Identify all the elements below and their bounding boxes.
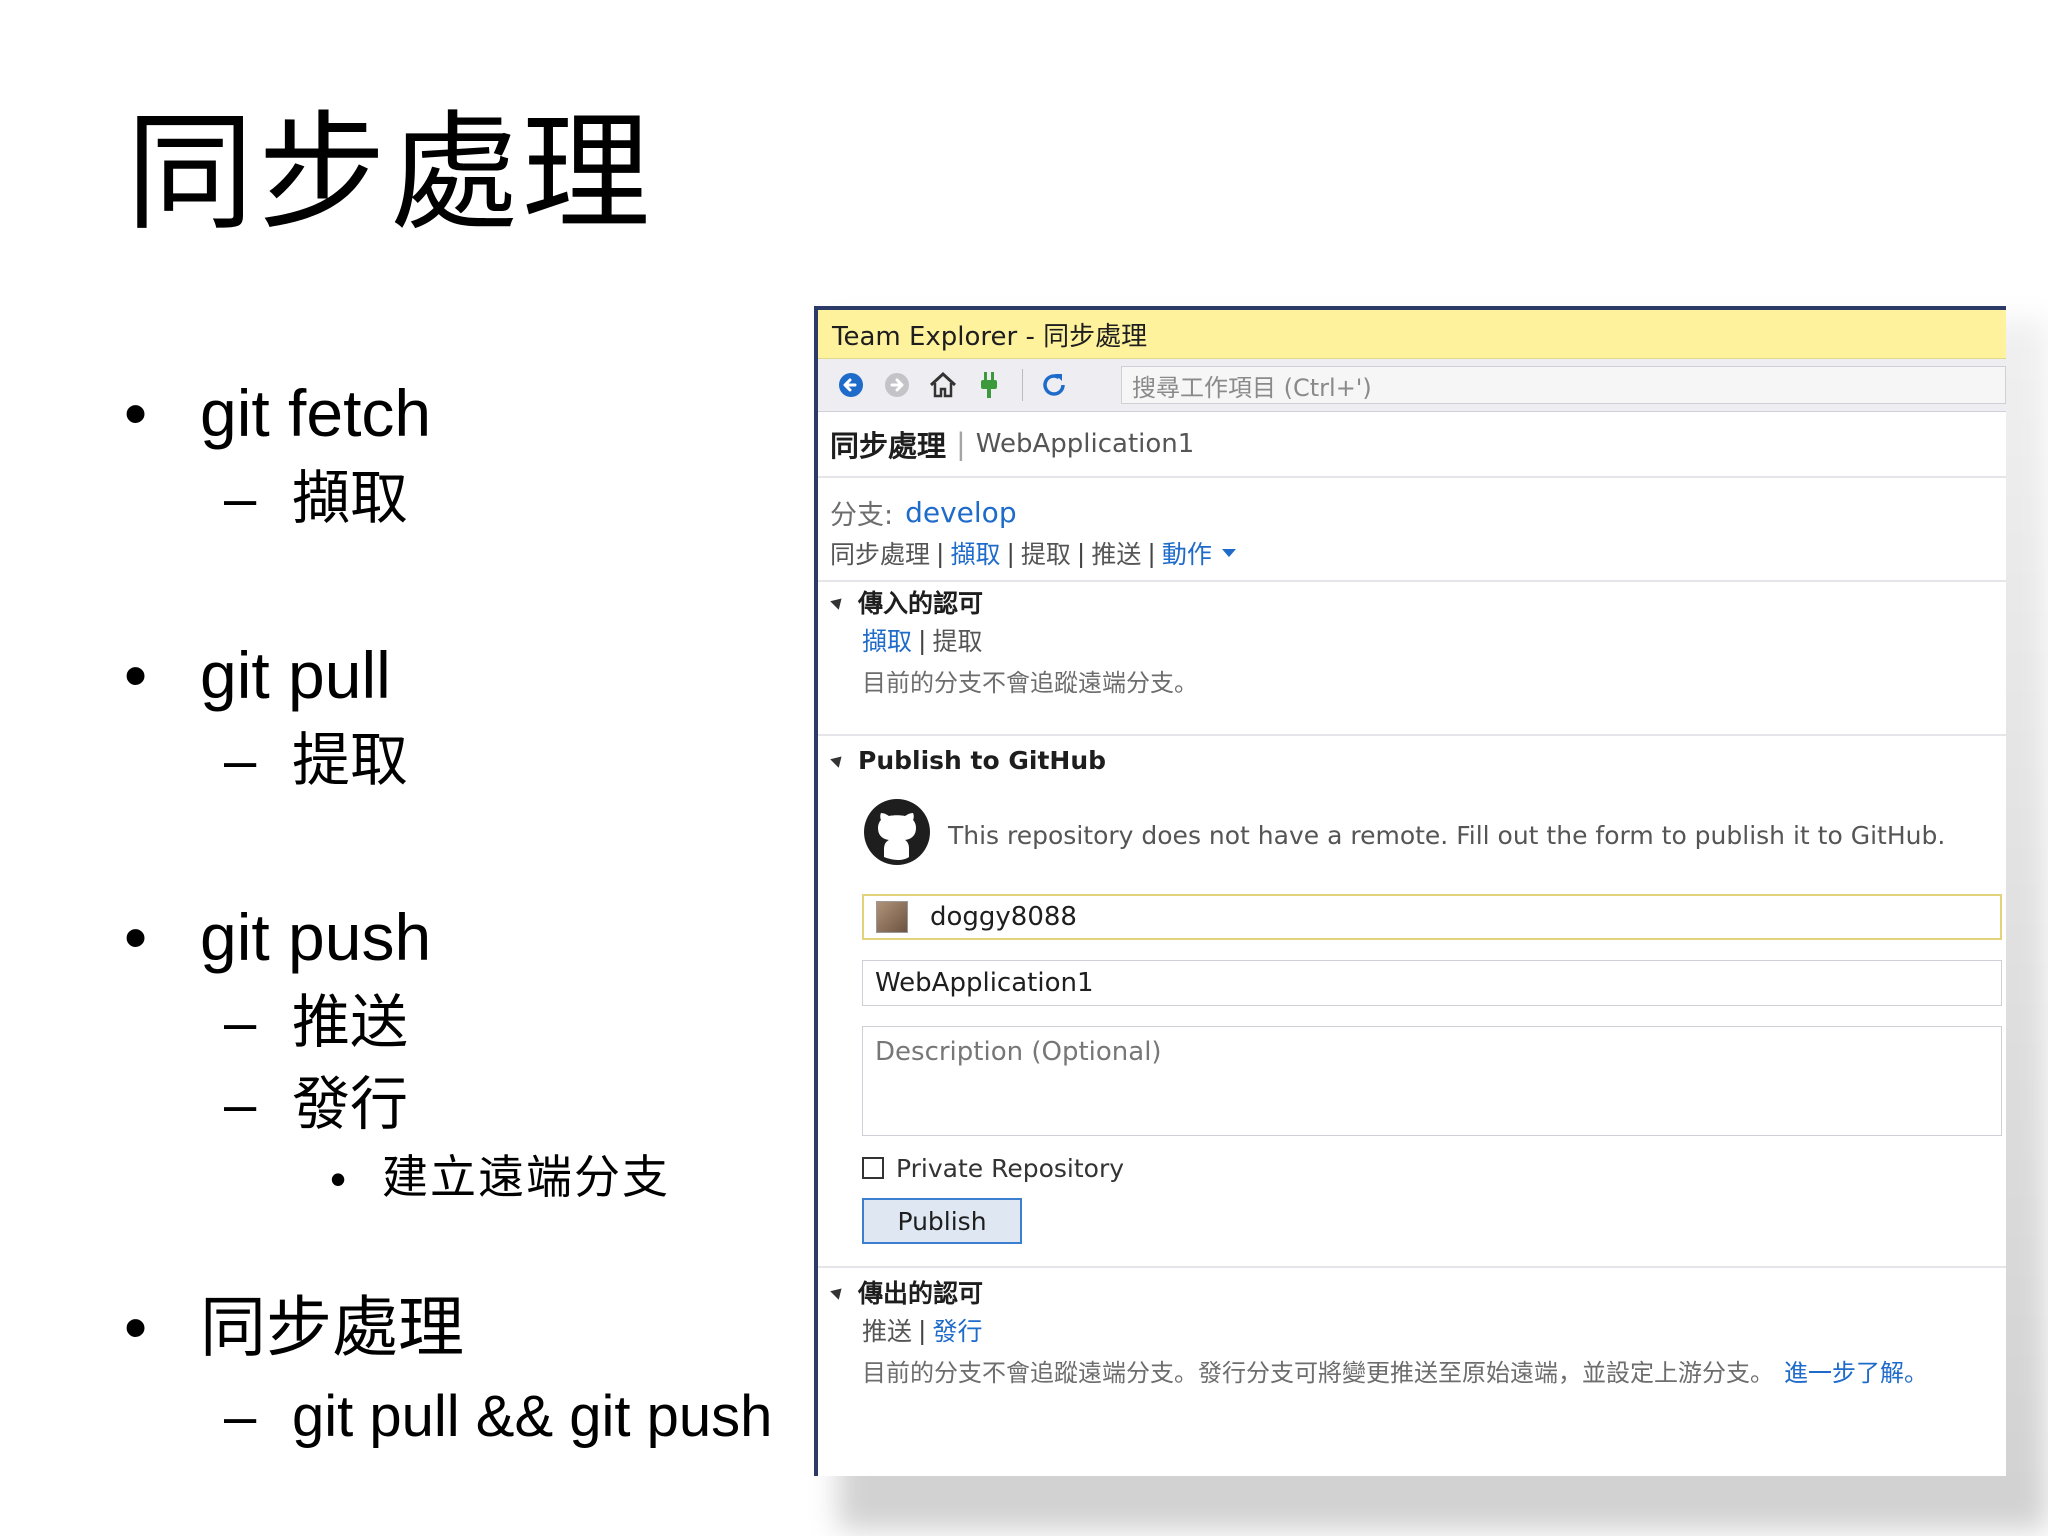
outgoing-info-text: 目前的分支不會追蹤遠端分支。發行分支可將變更推送至原始遠端，並設定上游分支。 進… bbox=[862, 1348, 2006, 1392]
collapse-triangle-icon[interactable] bbox=[830, 594, 846, 610]
toolbar-separator bbox=[1022, 369, 1023, 401]
learn-more-link[interactable]: 進一步了解。 bbox=[1784, 1353, 1928, 1388]
incoming-fetch-link[interactable]: 擷取 bbox=[862, 622, 912, 658]
branch-link[interactable]: develop bbox=[905, 496, 1016, 529]
outgoing-publish-link[interactable]: 發行 bbox=[932, 1312, 982, 1348]
pipe-divider: | bbox=[1076, 538, 1086, 568]
github-octocat-icon bbox=[862, 797, 932, 873]
publish-github-section: Publish to GitHub This repository does n… bbox=[818, 734, 2006, 1244]
incoming-info-text: 目前的分支不會追蹤遠端分支。 bbox=[862, 668, 1198, 697]
search-work-items-input[interactable]: 搜尋工作項目 (Ctrl+') bbox=[1121, 366, 2006, 404]
refresh-icon[interactable] bbox=[1039, 370, 1069, 400]
private-repository-checkbox[interactable] bbox=[862, 1157, 884, 1179]
page-title: 同步處理 bbox=[830, 429, 947, 463]
avatar bbox=[876, 901, 908, 933]
pipe-divider: | bbox=[918, 625, 927, 655]
collapse-triangle-icon[interactable] bbox=[830, 752, 846, 768]
team-explorer-panel: Team Explorer - 同步處理 搜尋工作項目 (Ctrl+') 同步處… bbox=[814, 306, 2006, 1476]
branch-row: 分支: develop bbox=[818, 492, 2006, 532]
window-title-bar: Team Explorer - 同步處理 bbox=[818, 310, 2006, 359]
pipe-divider: | bbox=[1006, 538, 1015, 568]
sync-label: 同步處理 bbox=[830, 540, 931, 569]
branch-label: 分支: bbox=[830, 499, 894, 531]
pipe-divider: | bbox=[918, 1315, 927, 1345]
chevron-down-icon[interactable] bbox=[1221, 549, 1236, 557]
outgoing-push-link[interactable]: 推送 bbox=[862, 1312, 912, 1348]
repo-name: WebApplication1 bbox=[975, 429, 1195, 459]
incoming-commits-header[interactable]: 傳入的認可 bbox=[818, 582, 2006, 622]
github-account-field[interactable]: doggy8088 bbox=[862, 894, 2002, 940]
back-arrow-icon[interactable] bbox=[836, 370, 866, 400]
private-repository-label: Private Repository bbox=[896, 1153, 1125, 1183]
page-separator: | bbox=[956, 427, 966, 461]
slide-title: 同步處理 bbox=[126, 102, 655, 245]
incoming-commits-section: 傳入的認可 擷取 | 提取 目前的分支不會追蹤遠端分支。 bbox=[818, 580, 2006, 702]
private-repository-row[interactable]: Private Repository bbox=[862, 1146, 2006, 1190]
incoming-pull-link[interactable]: 提取 bbox=[932, 622, 982, 658]
actions-dropdown[interactable]: 動作 bbox=[1162, 535, 1212, 571]
github-info-row: This repository does not have a remote. … bbox=[862, 790, 2006, 880]
sync-actions-bar: 同步處理 | 擷取 | 提取 | 推送 | 動作 bbox=[818, 532, 2006, 574]
push-link[interactable]: 推送 bbox=[1091, 535, 1141, 571]
pipe-divider: | bbox=[1147, 538, 1156, 568]
github-info-text: This repository does not have a remote. … bbox=[948, 820, 1946, 850]
outgoing-commits-section: 傳出的認可 推送 | 發行 目前的分支不會追蹤遠端分支。發行分支可將變更推送至原… bbox=[818, 1266, 2006, 1392]
plug-icon[interactable] bbox=[974, 370, 1004, 400]
forward-arrow-icon[interactable] bbox=[882, 370, 912, 400]
fetch-link[interactable]: 擷取 bbox=[950, 535, 1000, 571]
outgoing-commits-header[interactable]: 傳出的認可 bbox=[818, 1272, 2006, 1312]
publish-github-header[interactable]: Publish to GitHub bbox=[818, 740, 2006, 780]
pipe-divider: | bbox=[936, 538, 945, 568]
github-username: doggy8088 bbox=[930, 902, 1077, 932]
description-input[interactable]: Description (Optional) bbox=[862, 1026, 2002, 1136]
page-header: 同步處理 | WebApplication1 bbox=[818, 412, 2006, 478]
home-icon[interactable] bbox=[928, 370, 958, 400]
pull-link[interactable]: 提取 bbox=[1021, 535, 1071, 571]
collapse-triangle-icon[interactable] bbox=[830, 1284, 846, 1300]
toolbar: 搜尋工作項目 (Ctrl+') bbox=[818, 359, 2006, 412]
repository-name-input[interactable]: WebApplication1 bbox=[862, 960, 2002, 1006]
publish-button[interactable]: Publish bbox=[862, 1198, 1022, 1244]
